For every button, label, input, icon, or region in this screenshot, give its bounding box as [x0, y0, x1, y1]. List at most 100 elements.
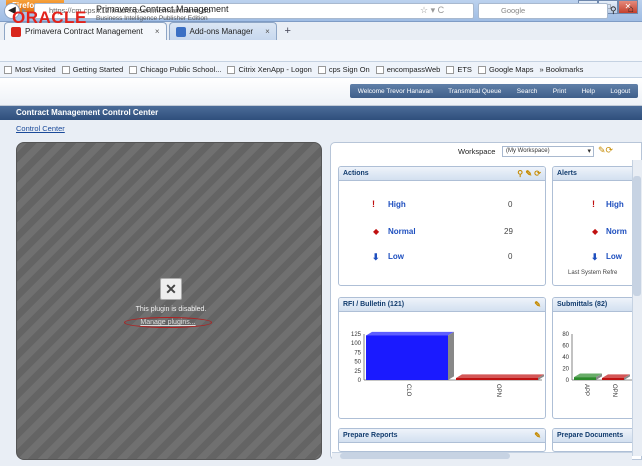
y-tick-label: 100	[351, 341, 362, 347]
navigation-bar	[0, 40, 642, 62]
y-tick-label: 25	[354, 369, 361, 375]
submittals-portlet-header: Submittals (82)	[553, 298, 641, 312]
plugin-disabled-message: This plugin is disabled.	[135, 306, 207, 313]
bookmark-star-icon[interactable]: ☆ ▾ C	[420, 5, 444, 16]
app-title: Primavera Contract Management	[96, 4, 229, 14]
prepare-documents-header: Prepare Documents	[553, 429, 641, 443]
bookmark-cps[interactable]: Chicago Public School...	[129, 65, 221, 74]
welcome-text: Welcome Trevor Hanavan	[357, 87, 433, 95]
normal-priority-icon: ◆	[592, 227, 599, 236]
bookmark-encompass[interactable]: encompassWeb	[375, 65, 440, 74]
help-link[interactable]: Help	[582, 88, 595, 95]
search-link[interactable]: Search	[517, 88, 538, 95]
portlet-tools-icon[interactable]: ⚲ ✎ ⟳	[517, 167, 541, 181]
x-tick-label: OPN	[495, 384, 501, 397]
bookmark-cps-sign-on[interactable]: cps Sign On	[317, 65, 370, 74]
bookmark-google-maps[interactable]: Google Maps	[477, 65, 534, 74]
prepare-documents-portlet: Prepare Documents	[552, 428, 642, 452]
oracle-favicon-icon	[11, 26, 21, 37]
bookmark-icon	[446, 65, 455, 74]
puzzle-piece-icon	[175, 26, 186, 37]
search-input[interactable]: Google	[478, 3, 608, 19]
actions-low-label[interactable]: Low	[388, 252, 404, 261]
close-tab-icon[interactable]: ×	[155, 27, 160, 36]
logout-link[interactable]: Logout	[610, 88, 630, 95]
rfi-bar-chart: 125 100 75 50 25 0 CLO OPN	[351, 331, 544, 397]
alerts-portlet: Alerts	[552, 166, 642, 286]
workspace-tools-icon[interactable]: ✎⟳	[598, 145, 613, 156]
y-tick-label: 40	[562, 355, 569, 361]
header-links: Welcome Trevor Hanavan Transmittal Queue…	[350, 84, 638, 98]
x-tick-label: OPN	[611, 384, 617, 397]
x-tick-label: CLO	[405, 384, 411, 397]
actions-normal-label[interactable]: Normal	[388, 227, 416, 236]
bookmark-icon	[61, 65, 70, 74]
tab-addons-manager[interactable]: Add-ons Manager ×	[168, 22, 277, 40]
oracle-logo: ORACLE	[12, 8, 87, 27]
bar-OPN[interactable]	[456, 378, 538, 380]
app-window: Firefox ▾ – □ ✕ Primavera Contract Manag…	[0, 0, 642, 466]
portlet-tools-icon[interactable]: ✎	[534, 298, 541, 312]
rfi-title: RFI / Bulletin (121)	[343, 301, 405, 308]
high-priority-icon: !	[372, 199, 375, 209]
bar-CLO[interactable]	[366, 335, 448, 380]
bookmark-icon	[477, 65, 486, 74]
page-title: Contract Management Control Center	[0, 106, 642, 120]
bookmark-most-visited[interactable]: Most Visited	[4, 65, 56, 74]
vertical-scrollbar-thumb[interactable]	[633, 176, 641, 296]
bar-top-OPN	[456, 374, 544, 378]
tab-label: Add-ons Manager	[189, 27, 254, 36]
actions-high-label[interactable]: High	[388, 200, 406, 209]
y-tick-label: 0	[358, 378, 362, 384]
new-tab-button[interactable]: +	[279, 22, 297, 40]
prepare-reports-header: Prepare Reports ✎	[339, 429, 545, 443]
tab-label: Primavera Contract Management	[25, 27, 143, 36]
bookmark-citrix[interactable]: Citrix XenApp - Logon	[227, 65, 312, 74]
bar-top-CLO	[366, 331, 454, 336]
bar-side-CLO	[448, 331, 454, 380]
prepare-reports-portlet: Prepare Reports ✎	[338, 428, 546, 452]
manage-plugins-link[interactable]: Manage plugins...	[124, 317, 212, 328]
actions-title: Actions	[343, 170, 369, 177]
bookmark-icon	[4, 65, 12, 74]
x-tick-label: APP	[583, 384, 589, 396]
y-tick-label: 0	[566, 378, 570, 384]
bar-OPN[interactable]	[602, 378, 624, 380]
y-tick-label: 125	[351, 332, 362, 338]
alerts-last-refresh: Last System Refre	[568, 270, 618, 276]
bookmark-getting-started[interactable]: Getting Started	[61, 65, 123, 74]
actions-portlet-header: Actions ⚲ ✎ ⟳	[339, 167, 545, 181]
workspace-select[interactable]: (My Workspace)	[502, 146, 594, 157]
alerts-portlet-header: Alerts	[553, 167, 641, 181]
workspace-label: Workspace	[458, 147, 496, 156]
close-tab-icon[interactable]: ×	[265, 27, 270, 36]
horizontal-scrollbar-thumb[interactable]	[340, 453, 510, 459]
alerts-high-label[interactable]: High	[606, 200, 624, 209]
bar-APP[interactable]	[574, 377, 596, 380]
breadcrumb[interactable]: Control Center	[16, 124, 65, 133]
actions-high-count: 0	[508, 200, 513, 209]
alerts-title: Alerts	[557, 170, 577, 177]
prepare-reports-title: Prepare Reports	[343, 432, 398, 439]
search-icon[interactable]: ⚲	[610, 5, 617, 16]
portlet-tools-icon[interactable]: ✎	[534, 429, 541, 443]
y-tick-label: 80	[562, 332, 569, 338]
prepare-documents-title: Prepare Documents	[557, 432, 624, 439]
bookmark-icon	[375, 65, 384, 74]
plugin-disabled-icon: ✕	[160, 278, 182, 300]
bookmarks-toolbar: Most Visited Getting Started Chicago Pub…	[0, 62, 642, 78]
alerts-normal-label[interactable]: Norm	[606, 227, 627, 236]
bookmark-ets[interactable]: ETS	[446, 65, 472, 74]
low-priority-icon: ⬇	[591, 252, 599, 262]
y-tick-label: 50	[354, 360, 361, 366]
y-tick-label: 75	[354, 350, 361, 356]
bookmarks-menu[interactable]: » Bookmarks	[540, 65, 584, 74]
bookmark-icon	[129, 65, 138, 74]
app-subtitle: Business Intelligence Publisher Edition	[96, 15, 208, 22]
alerts-low-label[interactable]: Low	[606, 252, 622, 261]
y-tick-label: 20	[562, 367, 569, 373]
print-link[interactable]: Print	[553, 88, 566, 95]
transmittal-queue-link[interactable]: Transmittal Queue	[448, 88, 501, 95]
bookmark-icon	[317, 65, 326, 74]
home-icon[interactable]: ⌂	[628, 4, 634, 15]
